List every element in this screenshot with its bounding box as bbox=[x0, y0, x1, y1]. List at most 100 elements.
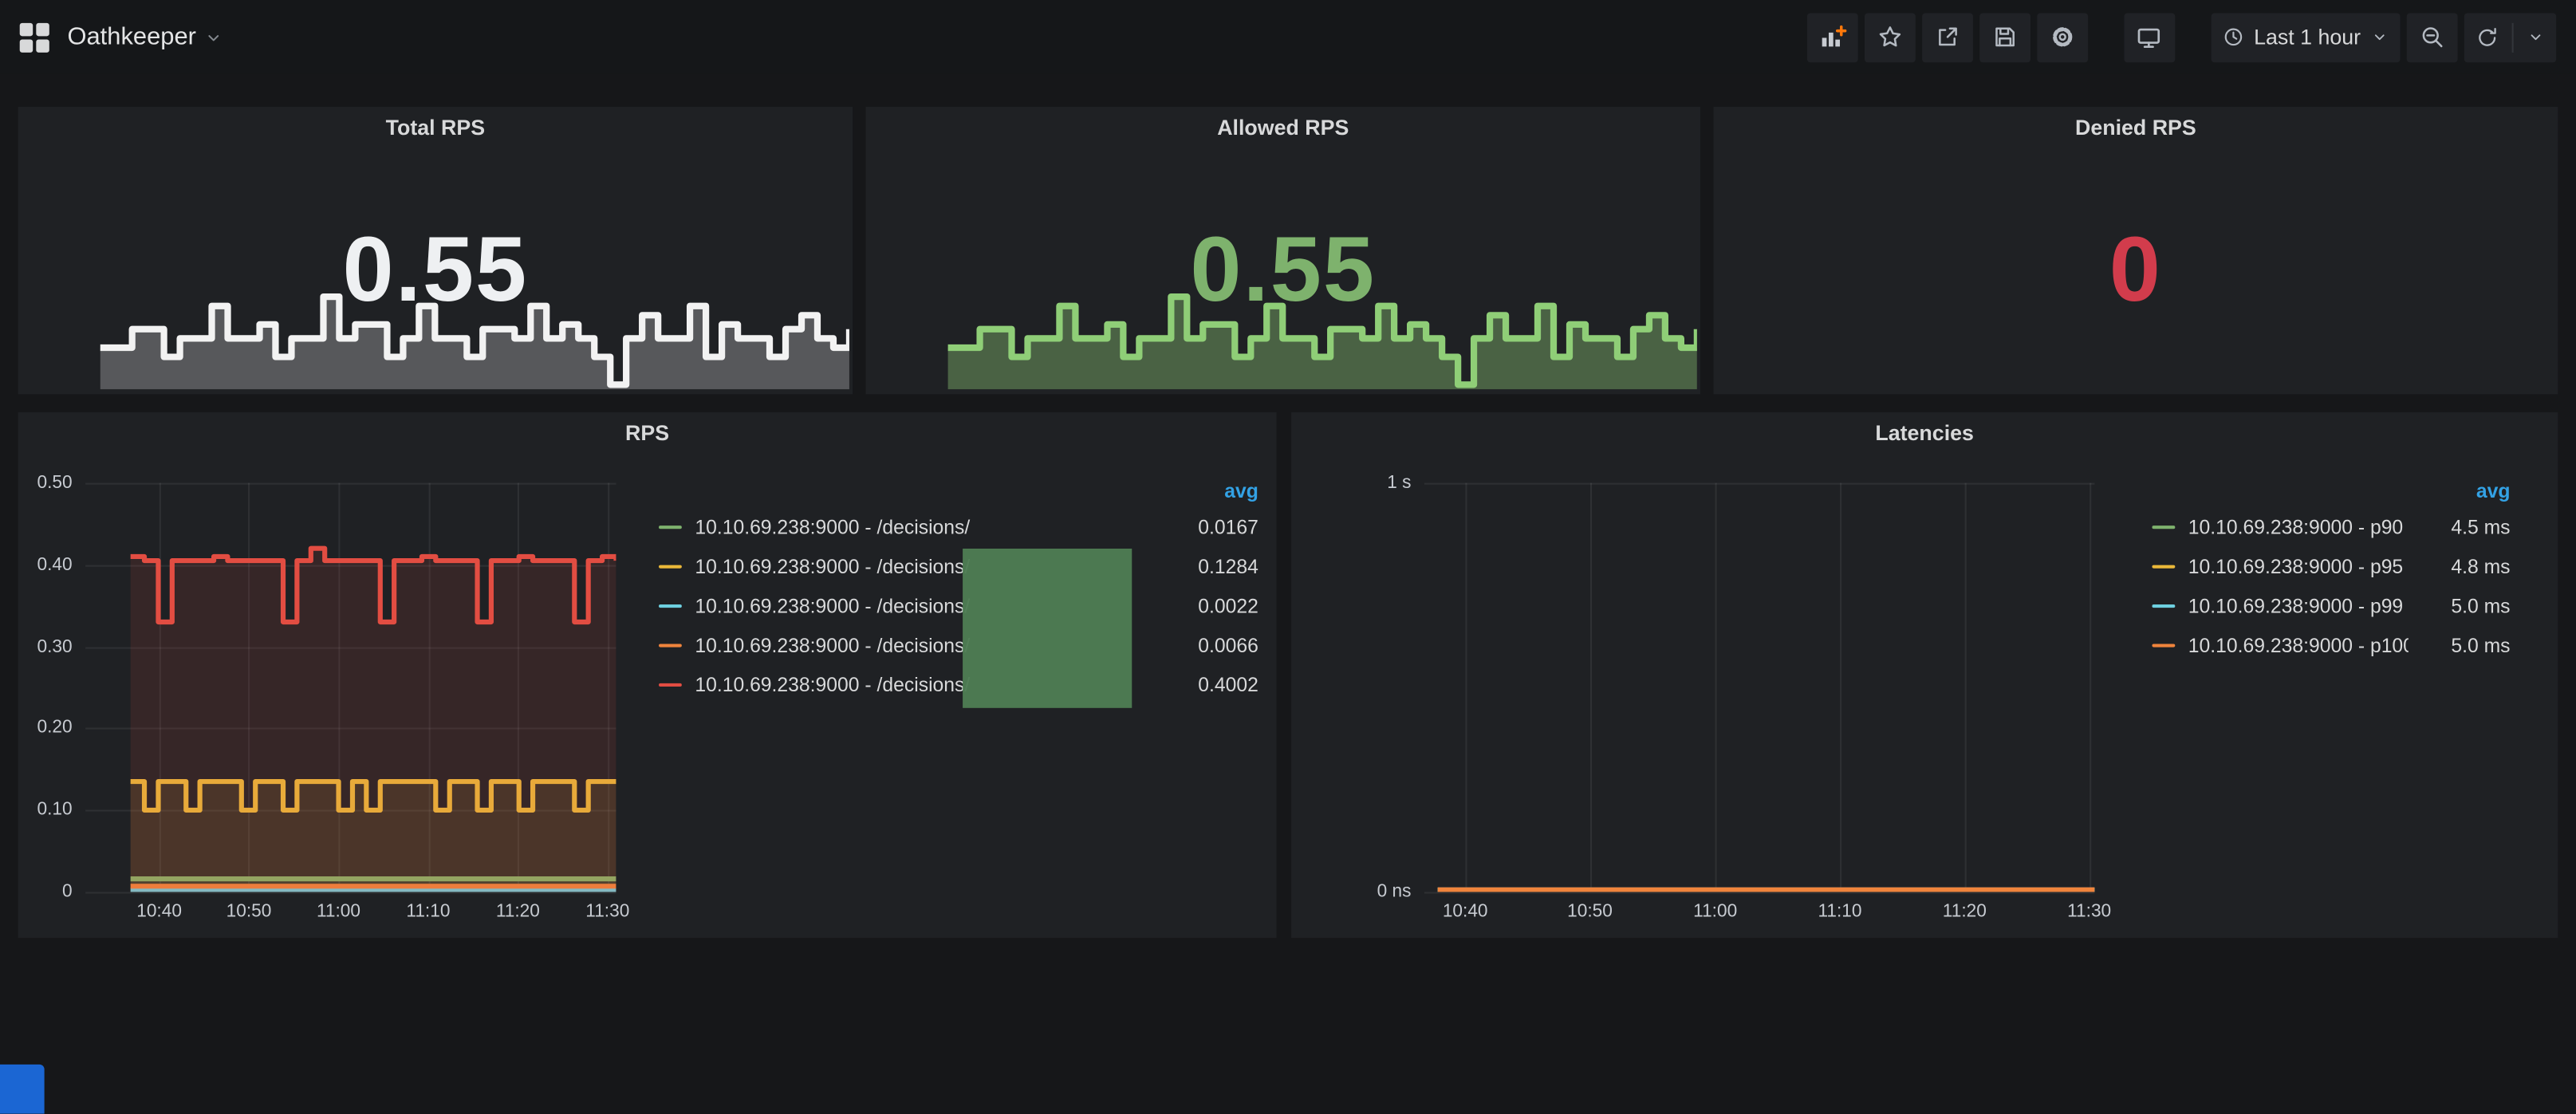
legend-row[interactable]: 10.10.69.238:9000 - p90 4.5 ms bbox=[2152, 508, 2510, 547]
x-tick: 11:20 bbox=[1943, 902, 1987, 922]
divider bbox=[2512, 22, 2514, 52]
navbar: Oathkeeper bbox=[0, 0, 2576, 74]
time-range-picker[interactable]: Last 1 hour bbox=[2212, 12, 2401, 61]
y-tick: 0.20 bbox=[37, 718, 73, 738]
gridline bbox=[1424, 892, 2094, 894]
series-color-dash bbox=[2152, 604, 2175, 608]
gear-icon bbox=[2050, 25, 2075, 49]
panel-title[interactable]: Allowed RPS bbox=[866, 107, 1700, 150]
star-icon bbox=[1877, 25, 1902, 49]
green-overlay-box bbox=[963, 549, 1132, 708]
series-avg: 0.0066 bbox=[1170, 634, 1258, 657]
y-tick: 0 ns bbox=[1377, 882, 1412, 902]
y-tick: 1 s bbox=[1387, 473, 1411, 493]
chat-widget-button[interactable] bbox=[0, 1065, 45, 1114]
grafana-logo-icon[interactable] bbox=[20, 22, 49, 52]
star-dashboard-button[interactable] bbox=[1865, 12, 1916, 61]
series-color-dash bbox=[659, 683, 682, 687]
rps-legend: avg 10.10.69.238:9000 - /decisions/ 0.01… bbox=[659, 474, 1258, 704]
x-tick: 11:10 bbox=[406, 902, 450, 922]
caret-down-icon[interactable] bbox=[204, 27, 224, 47]
rps-plot-area[interactable]: 0.50 0.40 0.30 0.20 0.10 0 10:40 10:50 1… bbox=[85, 483, 616, 892]
panel-total-rps: Total RPS 0.55 bbox=[18, 107, 853, 394]
share-dashboard-button[interactable] bbox=[1922, 12, 1973, 61]
legend-row[interactable]: 10.10.69.238:9000 - /decisions/ 0.0022 bbox=[659, 586, 1258, 625]
series-color-dash bbox=[2152, 644, 2175, 647]
panel-title[interactable]: Total RPS bbox=[18, 107, 853, 150]
caret-down-icon[interactable] bbox=[2527, 28, 2545, 46]
x-tick: 11:30 bbox=[2067, 902, 2111, 922]
legend-row[interactable]: 10.10.69.238:9000 - /decisions/ 0.1284 bbox=[659, 547, 1258, 586]
dashboard-settings-button[interactable] bbox=[2037, 12, 2088, 61]
x-tick: 11:10 bbox=[1818, 902, 1861, 922]
y-tick: 0.30 bbox=[37, 636, 73, 656]
gridline bbox=[85, 892, 616, 894]
share-icon bbox=[1935, 25, 1960, 49]
legend-row[interactable]: 10.10.69.238:9000 - /decisions/ 0.0167 bbox=[659, 508, 1258, 547]
x-tick: 11:30 bbox=[585, 902, 629, 922]
series-color-dash bbox=[659, 526, 682, 529]
series-avg: 4.5 ms bbox=[2421, 516, 2510, 539]
legend-row[interactable]: 10.10.69.238:9000 - /decisions/ 0.0066 bbox=[659, 626, 1258, 665]
zoom-out-time-button[interactable] bbox=[2407, 12, 2458, 61]
x-tick: 10:50 bbox=[226, 902, 272, 922]
series-color-dash bbox=[659, 604, 682, 608]
cycle-view-mode-button[interactable] bbox=[2124, 12, 2175, 61]
series-color-dash bbox=[2152, 526, 2175, 529]
series-color-dash bbox=[659, 565, 682, 569]
monitor-icon bbox=[2137, 24, 2163, 50]
panel-allowed-rps: Allowed RPS 0.55 bbox=[866, 107, 1700, 394]
series-avg: 0.0022 bbox=[1170, 595, 1258, 618]
refresh-button[interactable] bbox=[2464, 12, 2556, 61]
add-panel-icon bbox=[1818, 23, 1846, 51]
sparkline bbox=[948, 287, 1697, 389]
latencies-chart bbox=[1424, 483, 2094, 892]
series-color-dash bbox=[2152, 565, 2175, 569]
series-label: 10.10.69.238:9000 - p90 bbox=[2188, 516, 2409, 539]
series-label: 10.10.69.238:9000 - p95 bbox=[2188, 555, 2409, 578]
series-avg: 0.4002 bbox=[1170, 674, 1258, 697]
y-tick: 0 bbox=[62, 882, 73, 902]
x-tick: 10:40 bbox=[136, 902, 182, 922]
caret-down-icon bbox=[2370, 28, 2389, 46]
legend-row[interactable]: 10.10.69.238:9000 - p100 5.0 ms bbox=[2152, 626, 2510, 665]
time-range-label: Last 1 hour bbox=[2254, 25, 2361, 49]
save-dashboard-button[interactable] bbox=[1979, 12, 2030, 61]
x-tick: 10:40 bbox=[1443, 902, 1488, 922]
latencies-legend: avg 10.10.69.238:9000 - p90 4.5 ms 10.10… bbox=[2152, 474, 2510, 665]
zoom-out-icon bbox=[2420, 25, 2444, 49]
x-tick: 11:00 bbox=[1693, 902, 1737, 922]
y-tick: 0.10 bbox=[37, 801, 73, 821]
panel-rps-graph: RPS 0.50 0.40 0.30 0.20 0.10 0 10:40 10:… bbox=[18, 412, 1277, 938]
x-tick: 11:00 bbox=[317, 902, 360, 922]
series-avg: 4.8 ms bbox=[2421, 555, 2510, 578]
navbar-actions: Last 1 hour bbox=[1807, 12, 2556, 61]
y-tick: 0.40 bbox=[37, 555, 73, 575]
series-avg: 5.0 ms bbox=[2421, 595, 2510, 618]
series-color-dash bbox=[659, 644, 682, 647]
series-avg: 0.1284 bbox=[1170, 555, 1258, 578]
series-avg: 5.0 ms bbox=[2421, 634, 2510, 657]
dashboard-title[interactable]: Oathkeeper bbox=[67, 23, 195, 51]
series-label: 10.10.69.238:9000 - /decisions/ bbox=[695, 516, 1156, 539]
legend-row[interactable]: 10.10.69.238:9000 - /decisions/ 0.4002 bbox=[659, 665, 1258, 704]
legend-avg-header[interactable]: avg bbox=[659, 474, 1258, 507]
refresh-icon bbox=[2476, 26, 2499, 49]
panel-denied-rps: Denied RPS 0 bbox=[1713, 107, 2558, 394]
series-avg: 0.0167 bbox=[1170, 516, 1258, 539]
clock-icon bbox=[2223, 26, 2244, 48]
add-panel-button[interactable] bbox=[1807, 12, 1858, 61]
panel-latencies-graph: Latencies 1 s 0 ns 10:40 10:50 11:00 11:… bbox=[1291, 412, 2558, 938]
grafana-dashboard: Oathkeeper bbox=[0, 0, 2576, 1114]
panel-title[interactable]: Denied RPS bbox=[1713, 107, 2558, 150]
panel-title[interactable]: RPS bbox=[18, 412, 1277, 455]
legend-avg-header[interactable]: avg bbox=[2152, 474, 2510, 507]
latencies-plot-area[interactable]: 1 s 0 ns 10:40 10:50 11:00 11:10 11:20 1… bbox=[1424, 483, 2094, 892]
legend-row[interactable]: 10.10.69.238:9000 - p99 5.0 ms bbox=[2152, 586, 2510, 625]
series-label: 10.10.69.238:9000 - p99 bbox=[2188, 595, 2409, 618]
y-tick: 0.50 bbox=[37, 473, 73, 493]
panel-title[interactable]: Latencies bbox=[1291, 412, 2558, 455]
legend-row[interactable]: 10.10.69.238:9000 - p95 4.8 ms bbox=[2152, 547, 2510, 586]
x-tick: 10:50 bbox=[1567, 902, 1613, 922]
rps-chart bbox=[85, 483, 616, 892]
